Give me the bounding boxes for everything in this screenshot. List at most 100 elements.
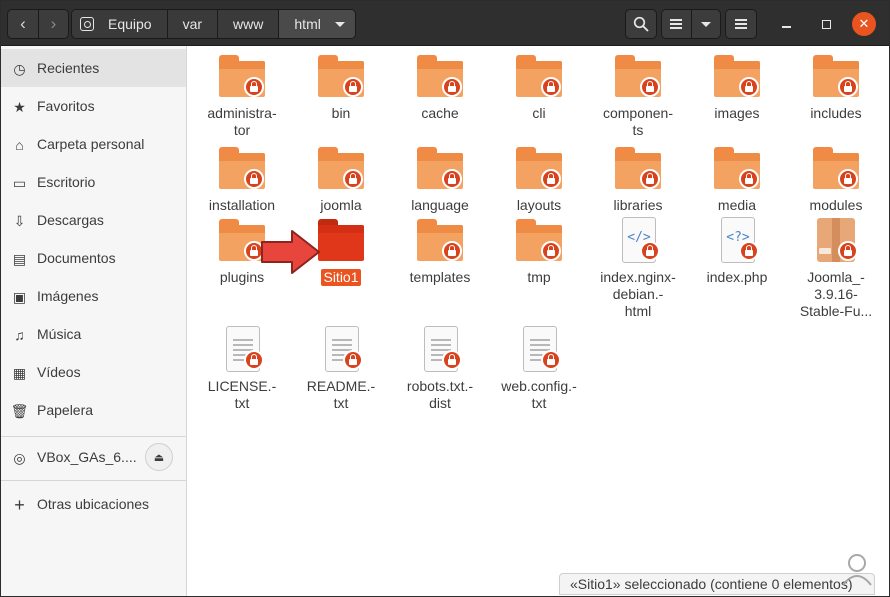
plus-icon: + — [14, 494, 25, 515]
file-item[interactable]: tmp — [493, 217, 585, 286]
lock-icon — [541, 169, 561, 189]
lock-icon — [838, 77, 858, 97]
sidebar-item-carpeta-personal[interactable]: ⌂ Carpeta personal — [1, 125, 186, 163]
text-file-icon — [317, 326, 365, 374]
file-label-line: joomla — [320, 197, 362, 213]
file-label-line: plugins — [219, 269, 265, 285]
file-label-line: language — [411, 197, 469, 213]
file-item[interactable]: templates — [394, 217, 486, 286]
file-label: layouts — [493, 193, 585, 214]
lock-icon — [442, 169, 462, 189]
chevron-right-icon: › — [50, 14, 57, 33]
file-item[interactable]: componen-ts — [592, 53, 684, 139]
file-item[interactable]: libraries — [592, 145, 684, 214]
lock-icon — [442, 241, 462, 261]
file-item[interactable]: web.config.- txt — [493, 326, 585, 412]
view-options-button[interactable] — [690, 10, 720, 38]
lock-icon — [343, 77, 363, 97]
file-item[interactable]: cli — [493, 53, 585, 122]
sidebar-item-vbox-device[interactable]: ◎ VBox_GAs_6.... ⏏ — [1, 438, 186, 476]
file-label: libraries — [592, 193, 684, 214]
document-icon: ▤ — [12, 250, 27, 267]
lock-icon — [343, 350, 363, 370]
lock-icon — [541, 77, 561, 97]
minimize-button[interactable] — [775, 13, 797, 35]
file-item[interactable]: language — [394, 145, 486, 214]
file-item[interactable]: LICENSE.- txt — [196, 326, 288, 412]
sidebar-item-documentos[interactable]: ▤ Documentos — [1, 239, 186, 277]
breadcrumb-html[interactable]: html — [279, 10, 355, 38]
drive-icon — [80, 17, 94, 31]
file-label: language — [394, 193, 486, 214]
file-label: templates — [394, 265, 486, 286]
watermark-logo-icon — [842, 554, 872, 586]
file-label-line: tmp — [527, 269, 551, 285]
sidebar-item-escritorio[interactable]: ▭ Escritorio — [1, 163, 186, 201]
search-button[interactable] — [625, 9, 657, 39]
file-item[interactable]: robots.txt.- dist — [394, 326, 486, 412]
sidebar-item-label: Música — [37, 326, 82, 342]
file-label: administra-tor — [196, 101, 288, 139]
breadcrumb-label: Equipo — [108, 16, 152, 32]
maximize-button[interactable] — [815, 13, 837, 35]
lock-icon — [343, 169, 363, 189]
menu-button[interactable] — [725, 9, 757, 39]
sidebar-item-videos[interactable]: ▦ Vídeos — [1, 353, 186, 391]
file-item[interactable]: administra-tor — [196, 53, 288, 139]
folder-icon — [713, 53, 761, 101]
file-item[interactable]: images — [691, 53, 783, 122]
close-button[interactable]: ✕ — [852, 12, 876, 36]
trash-icon: 🗑 — [10, 402, 29, 419]
file-label-line: LICENSE.- — [207, 378, 277, 394]
sidebar-item-otras-ubicaciones[interactable]: + Otras ubicaciones — [1, 485, 186, 523]
file-item[interactable]: includes — [790, 53, 882, 122]
breadcrumb-www[interactable]: www — [218, 10, 280, 38]
back-button[interactable]: ‹ — [8, 10, 38, 38]
lock-icon — [640, 169, 660, 189]
file-item[interactable]: installation — [196, 145, 288, 214]
folder-icon — [416, 217, 464, 265]
folder-icon — [812, 145, 860, 193]
folder-icon — [218, 217, 266, 265]
sidebar-item-label: Descargas — [37, 212, 104, 228]
folder-icon — [416, 53, 464, 101]
file-label-line: README.- — [306, 378, 376, 394]
file-item[interactable]: cache — [394, 53, 486, 122]
sidebar-item-descargas[interactable]: ⇩ Descargas — [1, 201, 186, 239]
file-label-line: images — [714, 105, 760, 121]
file-item[interactable]: bin — [295, 53, 387, 122]
lock-icon — [640, 77, 660, 97]
breadcrumb-var[interactable]: var — [168, 10, 219, 38]
sidebar-item-recientes[interactable]: ◷ Recientes — [1, 49, 186, 87]
file-label-line: installation — [208, 197, 276, 213]
sidebar-item-label: Imágenes — [37, 288, 99, 304]
list-view-button[interactable] — [662, 10, 691, 38]
file-label-line: layouts — [516, 197, 562, 213]
eject-button[interactable]: ⏏ — [145, 443, 173, 471]
file-label-line: cache — [421, 105, 459, 121]
file-item[interactable]: README.- txt — [295, 326, 387, 412]
file-item[interactable]: modules — [790, 145, 882, 214]
file-manager-window: ‹ › Equipo var www html ✕ ◷ Recientes ★ … — [0, 0, 890, 597]
video-icon: ▦ — [12, 364, 27, 381]
sidebar-item-imagenes[interactable]: ▣ Imágenes — [1, 277, 186, 315]
sidebar-item-favoritos[interactable]: ★ Favoritos — [1, 87, 186, 125]
file-label-line: media — [717, 197, 757, 213]
lock-icon — [838, 241, 858, 261]
lock-icon — [838, 169, 858, 189]
star-icon: ★ — [13, 98, 26, 115]
breadcrumb-equipo[interactable]: Equipo — [72, 10, 168, 38]
sidebar-item-label: Papelera — [37, 402, 94, 418]
file-item[interactable]: Joomla_- 3.9.16- Stable-Fu... — [790, 217, 882, 320]
sidebar-item-papelera[interactable]: 🗑 Papelera — [1, 391, 186, 429]
breadcrumb-label: www — [233, 16, 264, 32]
file-item[interactable]: <?> index.php — [691, 217, 783, 286]
search-icon — [633, 16, 649, 32]
file-item[interactable]: media — [691, 145, 783, 214]
file-item[interactable]: layouts — [493, 145, 585, 214]
folder-icon — [515, 217, 563, 265]
sidebar-item-musica[interactable]: ♫ Música — [1, 315, 186, 353]
forward-button[interactable]: › — [38, 10, 68, 38]
file-item[interactable]: </> index.nginx-debian.- html — [592, 217, 684, 320]
file-item[interactable]: joomla — [295, 145, 387, 214]
